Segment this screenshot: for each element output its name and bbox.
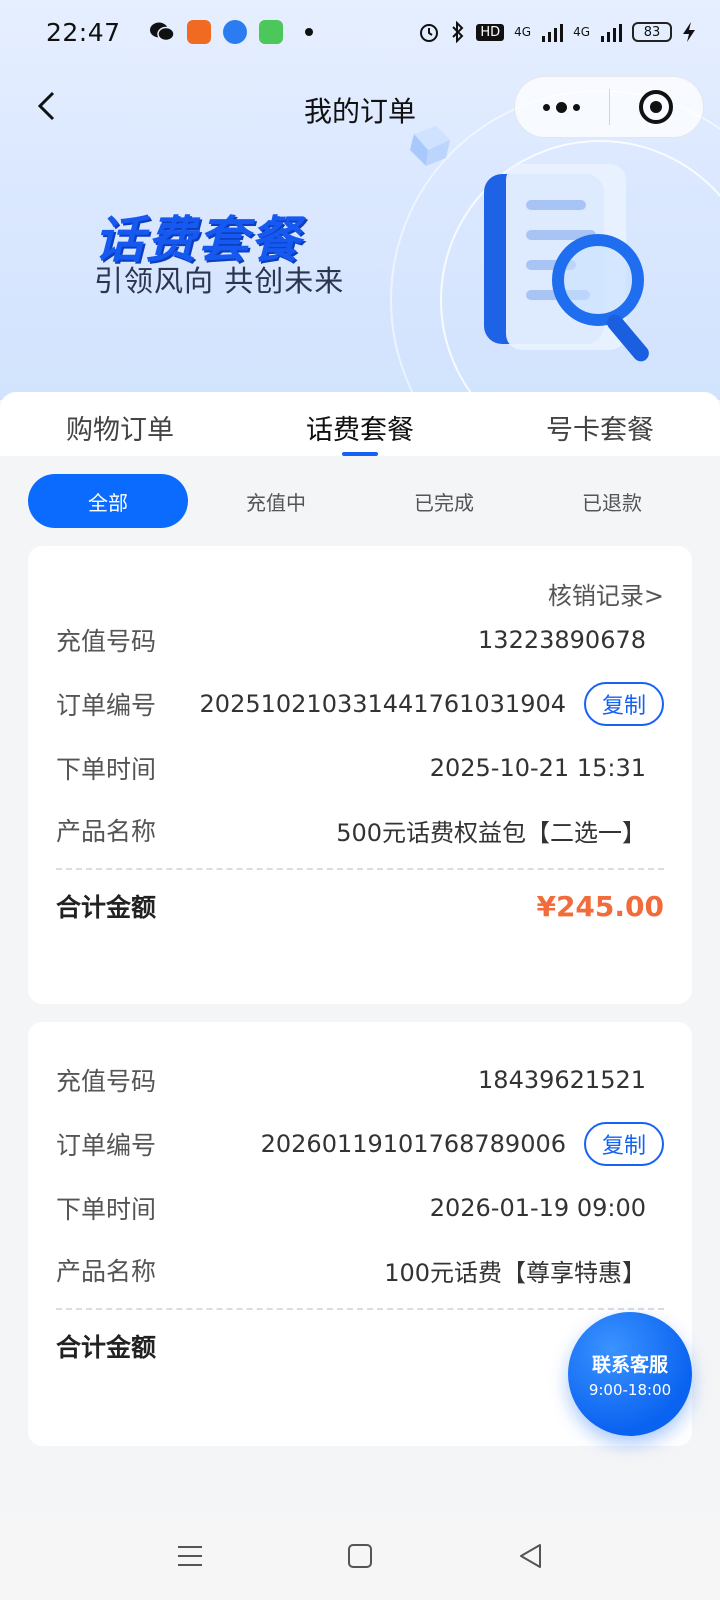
product-value: 500元话费权益包【二选一】 [336, 818, 646, 847]
phone-value: 13223890678 [478, 626, 646, 654]
order-row-time: 下单时间 2025-10-21 15:31 [56, 748, 664, 788]
order-no-label: 订单编号 [56, 1131, 157, 1160]
network-label: 4G [573, 25, 590, 39]
filter-refunded[interactable]: 已退款 [532, 474, 692, 528]
product-value: 100元话费【尊享特惠】 [384, 1258, 646, 1287]
status-bar: 22:47 HD 4G 4G 83 [0, 0, 720, 64]
product-label: 产品名称 [56, 817, 157, 846]
time-label: 下单时间 [56, 1195, 157, 1224]
more-button[interactable] [515, 77, 609, 137]
app-notification-icon [222, 20, 247, 44]
system-back-button[interactable] [510, 1536, 550, 1576]
order-row-order-no: 订单编号 20260119101768789006 复制 [56, 1122, 664, 1166]
bluetooth-icon [452, 21, 464, 43]
total-value: ¥245.00 [536, 889, 664, 923]
order-no-label: 订单编号 [56, 691, 157, 720]
order-row-product: 产品名称 100元话费【尊享特惠】 [56, 1250, 664, 1290]
battery-indicator: 83 [632, 22, 672, 42]
network-label: 4G [514, 25, 532, 39]
time-value: 2026-01-19 09:00 [429, 1194, 646, 1222]
header-banner: 22:47 HD 4G 4G 83 我的订单 话费套餐 引领风向 共创未来 [0, 0, 720, 400]
order-row-time: 下单时间 2026-01-19 09:00 [56, 1188, 664, 1228]
tab-sim-card-plans[interactable]: 号卡套餐 [480, 392, 720, 456]
order-row-product: 产品名称 500元话费权益包【二选一】 [56, 810, 664, 850]
filter-all[interactable]: 全部 [28, 474, 188, 528]
divider [56, 868, 664, 870]
tab-phone-plans[interactable]: 话费套餐 [240, 392, 480, 456]
signal-icon [542, 24, 564, 42]
status-time: 22:47 [46, 17, 121, 47]
phone-label: 充值号码 [56, 627, 157, 656]
order-no-value: 202510210331441761031904 [199, 690, 566, 718]
mini-program-capsule [514, 76, 704, 138]
service-label: 联系客服 [591, 1353, 668, 1376]
alarm-icon [420, 24, 439, 42]
order-row-phone: 充值号码 13223890678 [56, 620, 664, 660]
order-row-total: 合计金额 ¥245.00 [56, 886, 664, 926]
divider [56, 1308, 664, 1310]
system-navigation-bar [0, 1512, 720, 1600]
status-app-icons [149, 20, 313, 44]
time-label: 下单时间 [56, 755, 157, 784]
wechat-icon [149, 22, 175, 42]
charging-icon [683, 22, 695, 42]
phone-label: 充值号码 [56, 1067, 157, 1096]
phone-value: 18439621521 [478, 1066, 646, 1094]
total-label: 合计金额 [56, 893, 157, 922]
copy-button[interactable]: 复制 [584, 682, 664, 726]
tab-shopping-orders[interactable]: 购物订单 [0, 392, 240, 456]
more-notifications-dot [304, 28, 313, 36]
close-mini-program-button[interactable] [610, 77, 704, 137]
app-notification-icon [186, 20, 211, 44]
menu-icon [178, 1546, 202, 1566]
more-dots-icon [543, 101, 581, 113]
order-no-value: 20260119101768789006 [260, 1130, 566, 1158]
filter-recharging[interactable]: 充值中 [196, 474, 356, 528]
menu-button[interactable] [170, 1536, 210, 1576]
product-label: 产品名称 [56, 1257, 157, 1286]
navigation-bar: 我的订单 [0, 72, 720, 142]
app-notification-icon [258, 20, 283, 44]
copy-button[interactable]: 复制 [584, 1122, 664, 1166]
signal-icon [601, 24, 622, 42]
verification-records-link[interactable]: 核销记录> [548, 576, 664, 611]
service-hours: 9:00-18:00 [588, 1380, 672, 1399]
order-card: 核销记录> 充值号码 13223890678 订单编号 202510210331… [28, 546, 692, 1004]
status-indicators: HD 4G 4G 83 [418, 21, 696, 43]
total-label: 合计金额 [56, 1333, 157, 1362]
back-triangle-icon [520, 1544, 541, 1568]
home-square-icon [348, 1544, 372, 1568]
banner-subtitle: 引领风向 共创未来 [94, 264, 345, 298]
hd-badge: HD [476, 23, 505, 41]
document-search-illustration [484, 164, 649, 362]
order-type-tabs: 购物订单 话费套餐 号卡套餐 [0, 392, 720, 456]
contact-service-button[interactable]: 联系客服 9:00-18:00 [568, 1312, 692, 1436]
order-row-order-no: 订单编号 202510210331441761031904 复制 [56, 682, 664, 726]
order-row-phone: 充值号码 18439621521 [56, 1060, 664, 1100]
status-filters: 全部 充值中 已完成 已退款 [28, 474, 692, 530]
home-button[interactable] [340, 1536, 380, 1576]
target-close-icon [639, 90, 674, 124]
filter-completed[interactable]: 已完成 [364, 474, 524, 528]
time-value: 2025-10-21 15:31 [429, 754, 646, 782]
